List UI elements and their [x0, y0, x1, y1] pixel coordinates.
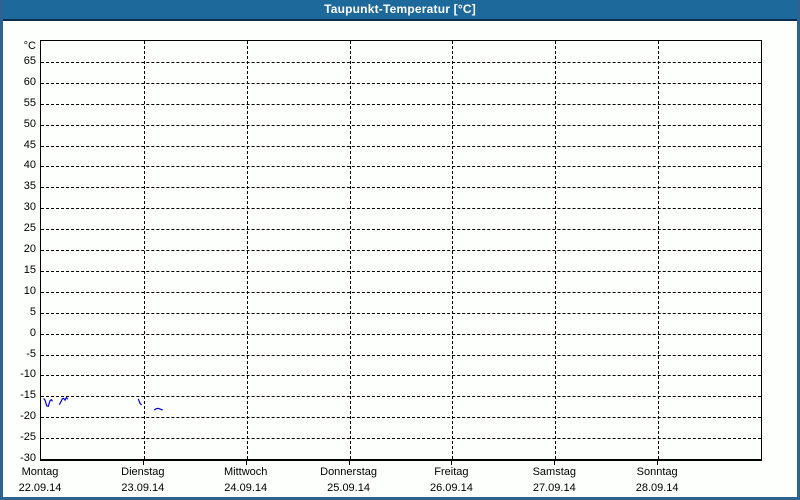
- chart-title: Taupunkt-Temperatur [°C]: [324, 2, 476, 16]
- gridline-horizontal: [41, 417, 761, 419]
- y-axis-tick-label: 20: [23, 243, 36, 255]
- gridline-horizontal: [41, 354, 761, 356]
- y-axis-tick-label: -25: [20, 431, 36, 444]
- x-axis-date-label: 25.09.14: [327, 482, 370, 494]
- y-axis-tick-label: 15: [23, 263, 36, 276]
- x-axis-date-label: 27.09.14: [532, 482, 576, 494]
- y-axis-tick-label: 45: [23, 138, 36, 151]
- x-axis-date-label: 22.09.14: [18, 482, 62, 494]
- plot-area: [40, 40, 762, 461]
- gridline-horizontal: [41, 103, 761, 105]
- gridline-horizontal: [41, 61, 761, 63]
- y-axis-tick-label: 25: [23, 222, 36, 235]
- y-axis-tick-label: 60: [23, 75, 36, 88]
- gridline-horizontal: [41, 82, 761, 84]
- gridline-horizontal: [41, 229, 761, 231]
- x-axis-day-label: Samstag: [532, 466, 576, 478]
- x-axis-date-label: 24.09.14: [224, 482, 268, 494]
- x-axis-tick: [657, 461, 659, 465]
- y-axis-tick-label: 55: [23, 96, 36, 109]
- gridline-horizontal: [41, 250, 761, 251]
- y-axis-tick-label: 50: [23, 117, 36, 130]
- gridline-horizontal: [41, 375, 761, 377]
- x-axis-tick: [142, 461, 144, 465]
- gridline-horizontal: [41, 333, 761, 335]
- gridline-horizontal: [41, 270, 761, 272]
- x-axis-day-label: Dienstag: [121, 466, 165, 478]
- gridline-horizontal: [41, 312, 761, 314]
- y-axis-tick-label: 0: [29, 326, 36, 339]
- dewpoint-series-line: [58, 396, 69, 405]
- y-axis-tick-label: 35: [23, 180, 36, 193]
- y-axis-tick-label: -15: [20, 389, 36, 402]
- dewpoint-series-line: [137, 398, 143, 406]
- gridline-horizontal: [41, 166, 761, 168]
- y-axis-tick-label: -30: [20, 452, 36, 464]
- y-axis-tick-label: 30: [23, 201, 36, 214]
- y-axis-tick-label: 10: [23, 284, 36, 297]
- x-axis-tick: [348, 461, 350, 465]
- x-axis-day-label: Freitag: [434, 466, 469, 478]
- gridline-horizontal: [41, 208, 761, 210]
- gridline-vertical: [349, 41, 351, 459]
- x-axis-tick: [245, 461, 247, 465]
- x-axis-date-label: 23.09.14: [121, 482, 165, 494]
- x-axis-day-label: Mittwoch: [224, 466, 268, 478]
- chart-window: Taupunkt-Temperatur [°C] °C 65 60 55 50 45 40…: [0, 0, 800, 500]
- x-axis-day-label: Donnerstag: [320, 466, 377, 478]
- x-axis-date-label: 28.09.14: [635, 482, 679, 494]
- y-axis-tick-label: 65: [23, 54, 36, 67]
- x-axis-date-label: 26.09.14: [430, 482, 473, 494]
- gridline-horizontal: [41, 124, 761, 126]
- gridline-horizontal: [41, 396, 761, 398]
- y-axis-tick-label: -5: [26, 347, 36, 360]
- x-axis-day-label: Sonntag: [636, 466, 678, 478]
- title-bar: Taupunkt-Temperatur [°C]: [0, 0, 800, 21]
- gridline-vertical: [246, 41, 248, 459]
- x-axis-tick: [451, 461, 453, 465]
- y-axis-tick-label: -20: [20, 410, 36, 423]
- dewpoint-series-line: [153, 407, 163, 411]
- y-axis-tick-label: 5: [29, 305, 36, 318]
- y-axis-tick-label: -10: [20, 368, 36, 381]
- y-axis-unit-label: °C: [23, 40, 36, 52]
- gridline-horizontal: [41, 291, 761, 293]
- gridline-vertical: [555, 41, 557, 459]
- x-axis-tick: [554, 461, 556, 465]
- y-axis-tick-label: 40: [23, 159, 36, 172]
- gridline-vertical: [143, 41, 145, 459]
- x-axis-day-label: Montag: [21, 466, 59, 478]
- gridline-vertical: [658, 41, 660, 459]
- dewpoint-series-line: [43, 398, 53, 408]
- gridline-horizontal: [41, 438, 761, 440]
- gridline-horizontal: [41, 145, 761, 147]
- gridline-vertical: [452, 41, 454, 459]
- gridline-horizontal: [41, 187, 761, 189]
- window-border-left: [0, 0, 3, 500]
